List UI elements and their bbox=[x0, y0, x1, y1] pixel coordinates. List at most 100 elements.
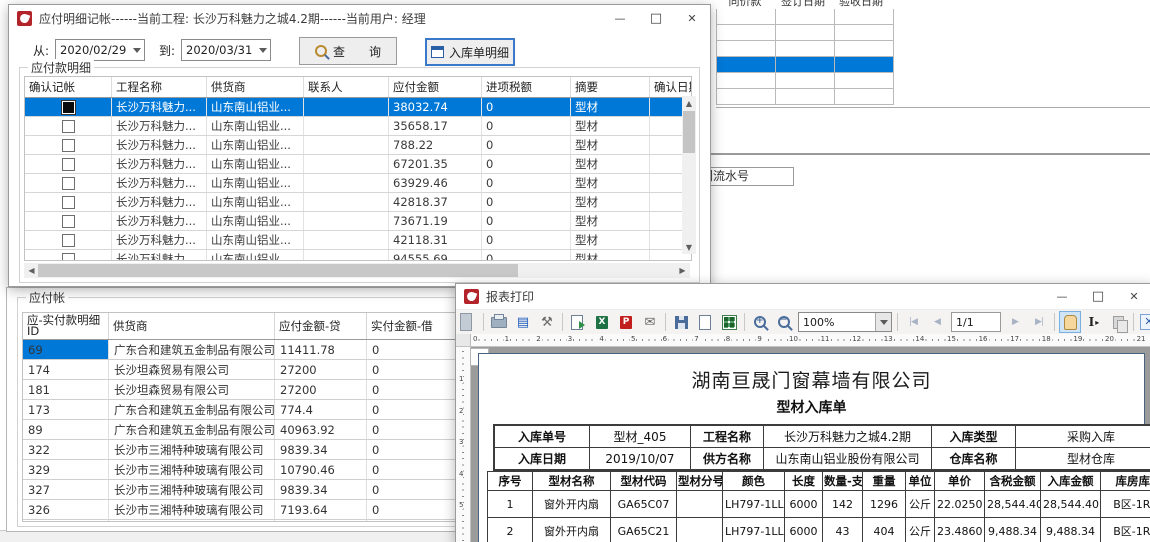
column-header[interactable]: 应付金额 bbox=[389, 77, 482, 98]
from-date-combo[interactable]: 2020/02/29 bbox=[55, 39, 145, 61]
confirm-checkbox[interactable] bbox=[62, 177, 75, 190]
table-row[interactable]: 326长沙市三湘特种玻璃有限公司7193.6400 bbox=[23, 500, 460, 520]
close-preview-button[interactable]: ✕ bbox=[1138, 311, 1150, 333]
minimize-button[interactable] bbox=[602, 5, 638, 31]
titlebar[interactable]: 报表打印 bbox=[456, 284, 1150, 310]
report-preview-area[interactable]: 12345 湖南亘晟门窗幕墙有限公司 型材入库单 入库单号型材_405工程名称长… bbox=[456, 347, 1150, 542]
table-row[interactable]: 长沙万科魅力...山东南山铝业...42818.370型材275 bbox=[25, 193, 692, 212]
maximize-button[interactable] bbox=[1080, 284, 1116, 309]
chevron-down-icon[interactable] bbox=[130, 40, 144, 60]
table-row[interactable]: 长沙万科魅力...山东南山铝业...38032.740型材405 bbox=[25, 98, 692, 117]
zoom-in-button[interactable] bbox=[749, 311, 771, 333]
table-row[interactable]: 327长沙市三湘特种玻璃有限公司9839.3400 bbox=[23, 480, 460, 500]
minimize-button[interactable] bbox=[1044, 284, 1080, 309]
export-excel-button[interactable]: X bbox=[591, 311, 613, 333]
column-header[interactable]: 摘要 bbox=[571, 77, 650, 98]
stockin-detail-button[interactable]: 入库单明细 bbox=[425, 38, 515, 66]
single-page-view-button[interactable] bbox=[694, 311, 716, 333]
table-cell: 67201.35 bbox=[389, 155, 482, 174]
column-header[interactable]: 验收日期 bbox=[832, 0, 890, 9]
table-row[interactable] bbox=[716, 25, 894, 41]
table-row[interactable]: 长沙万科魅力...山东南山铝业...35658.170型材376 bbox=[25, 117, 692, 136]
hand-tool-button[interactable] bbox=[1059, 311, 1081, 333]
scrollbar-thumb[interactable] bbox=[38, 264, 518, 277]
table-row[interactable]: 长沙万科魅力...山东南山铝业...94555.690型材251 bbox=[25, 250, 692, 262]
column-header[interactable]: 联系人 bbox=[304, 77, 389, 98]
toolbar-partial-icon[interactable] bbox=[457, 311, 479, 333]
table-row[interactable]: 长沙市三湘特种玻璃有限公司 bbox=[23, 520, 460, 523]
confirm-checkbox[interactable] bbox=[62, 120, 75, 133]
table-row[interactable]: 长沙万科魅力...山东南山铝业...73671.190型材266 bbox=[25, 212, 692, 231]
table-row[interactable]: 长沙万科魅力...山东南山铝业...63929.460型材276 bbox=[25, 174, 692, 193]
text-select-button[interactable]: I▸ bbox=[1083, 311, 1105, 333]
maximize-button[interactable] bbox=[638, 5, 674, 31]
options-button[interactable]: ⚒ bbox=[536, 311, 558, 333]
confirm-checkbox[interactable] bbox=[62, 234, 75, 247]
close-button[interactable] bbox=[1116, 284, 1150, 309]
column-header[interactable]: 确认记帐 bbox=[25, 77, 112, 98]
last-page-button[interactable]: ▶| bbox=[1028, 311, 1050, 333]
column-header[interactable]: 应-实付款明细ID bbox=[23, 313, 109, 340]
table-row[interactable]: 长沙万科魅力...山东南山铝业...42118.310型材265 bbox=[25, 231, 692, 250]
table-row[interactable] bbox=[716, 9, 894, 25]
horizontal-scrollbar[interactable]: ◀ ▶ bbox=[24, 263, 690, 278]
vertical-scrollbar[interactable]: ▲ ▼ bbox=[682, 96, 696, 254]
table-row[interactable] bbox=[716, 73, 894, 89]
table-row[interactable] bbox=[716, 89, 894, 105]
table-row[interactable]: 89广东合和建筑五金制品有限公司40963.9200 bbox=[23, 420, 460, 440]
table-row[interactable]: 69广东合和建筑五金制品有限公司11411.7800 bbox=[23, 340, 460, 360]
zoom-out-button[interactable] bbox=[773, 311, 795, 333]
prev-page-button[interactable]: ◀ bbox=[926, 311, 948, 333]
table-row[interactable]: 长沙万科魅力...山东南山铝业...788.220型材358 bbox=[25, 136, 692, 155]
table-row[interactable] bbox=[716, 41, 894, 57]
column-header[interactable]: 供货商 bbox=[207, 77, 304, 98]
zoom-combo[interactable]: 100% bbox=[798, 312, 892, 332]
table-cell: 型材 bbox=[571, 250, 650, 262]
table-row[interactable]: 181长沙坦森贸易有限公司2720000 bbox=[23, 380, 460, 400]
scroll-left-icon[interactable]: ◀ bbox=[24, 263, 39, 278]
plan-serial-field[interactable]: 划流水号 bbox=[698, 167, 794, 186]
scroll-up-icon[interactable]: ▲ bbox=[682, 96, 696, 110]
titlebar[interactable]: 应付明细记帐------当前工程: 长沙万科魅力之城4.2期------当前用户… bbox=[9, 5, 710, 31]
copy-button[interactable] bbox=[1107, 311, 1129, 333]
save-button[interactable] bbox=[670, 311, 692, 333]
scroll-right-icon[interactable]: ▶ bbox=[675, 263, 690, 278]
info-label: 入库日期 bbox=[494, 448, 590, 471]
confirm-checkbox[interactable] bbox=[62, 139, 75, 152]
send-mail-button[interactable]: ✉ bbox=[639, 311, 661, 333]
export-button[interactable] bbox=[567, 311, 589, 333]
column-header[interactable]: 同价款 bbox=[716, 0, 774, 9]
confirm-checkbox[interactable] bbox=[62, 215, 75, 228]
scrollbar-thumb[interactable] bbox=[683, 111, 695, 153]
page-setup-button[interactable]: ▤ bbox=[512, 311, 534, 333]
table-row[interactable]: 174长沙坦森贸易有限公司2720000 bbox=[23, 360, 460, 380]
confirm-checkbox[interactable] bbox=[62, 253, 75, 261]
export-pdf-button[interactable]: P bbox=[615, 311, 637, 333]
confirm-checkbox[interactable] bbox=[62, 196, 75, 209]
confirm-checkbox[interactable] bbox=[62, 101, 75, 114]
chevron-down-icon[interactable] bbox=[875, 313, 891, 331]
to-date-combo[interactable]: 2020/03/31 bbox=[181, 39, 271, 61]
column-header[interactable]: 进项税额 bbox=[482, 77, 571, 98]
chevron-down-icon[interactable] bbox=[256, 40, 270, 60]
column-header[interactable]: 签订日期 bbox=[774, 0, 832, 9]
column-header[interactable]: 工程名称 bbox=[112, 77, 207, 98]
column-header[interactable]: 应付金额-贷 bbox=[275, 313, 367, 340]
page-indicator[interactable]: 1/1 bbox=[951, 312, 1001, 332]
confirm-checkbox[interactable] bbox=[62, 158, 75, 171]
query-button[interactable]: 查 询 bbox=[299, 37, 397, 65]
table-row[interactable]: 322长沙市三湘特种玻璃有限公司9839.3400 bbox=[23, 440, 460, 460]
table-row[interactable] bbox=[716, 57, 894, 73]
close-button[interactable] bbox=[674, 5, 710, 31]
next-page-button[interactable]: ▶ bbox=[1004, 311, 1026, 333]
multi-page-view-button[interactable] bbox=[718, 311, 740, 333]
column-header[interactable]: 确认日期 bbox=[650, 77, 693, 98]
table-row[interactable]: 173广东合和建筑五金制品有限公司774.400 bbox=[23, 400, 460, 420]
first-page-button[interactable]: |◀ bbox=[902, 311, 924, 333]
table-row[interactable]: 329长沙市三湘特种玻璃有限公司10790.4600 bbox=[23, 460, 460, 480]
print-button[interactable] bbox=[488, 311, 510, 333]
scroll-down-icon[interactable]: ▼ bbox=[682, 240, 696, 254]
table-row[interactable]: 长沙万科魅力...山东南山铝业...67201.350型材283 bbox=[25, 155, 692, 174]
column-header[interactable]: 供货商 bbox=[109, 313, 275, 340]
column-header[interactable]: 实付金额-借 bbox=[367, 313, 459, 340]
